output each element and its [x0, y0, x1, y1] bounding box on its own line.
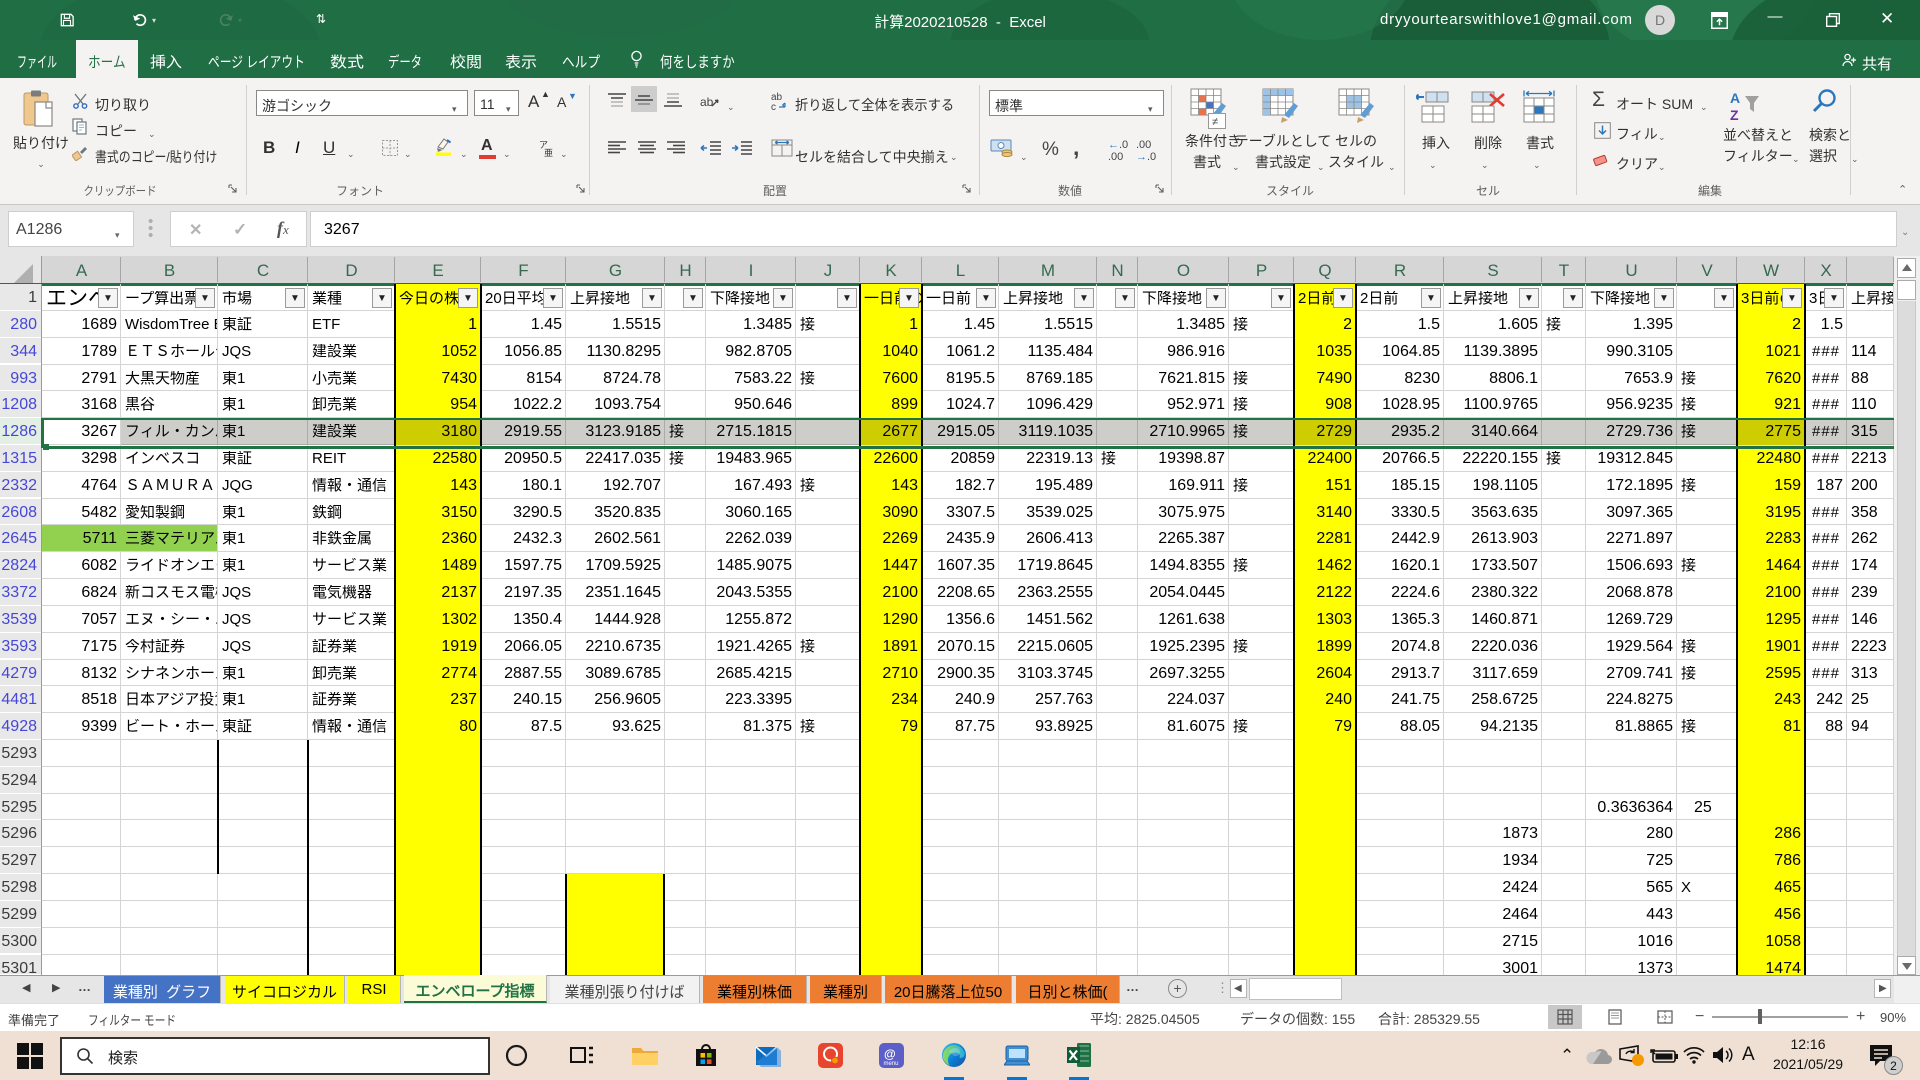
svg-text:ab: ab — [700, 95, 714, 109]
svg-text:亜: 亜 — [544, 148, 553, 157]
svg-text:≠: ≠ — [1212, 116, 1218, 128]
svg-text:menu: menu — [884, 1061, 899, 1067]
svg-text:@: @ — [884, 1047, 896, 1061]
svg-text:c: c — [771, 102, 776, 112]
